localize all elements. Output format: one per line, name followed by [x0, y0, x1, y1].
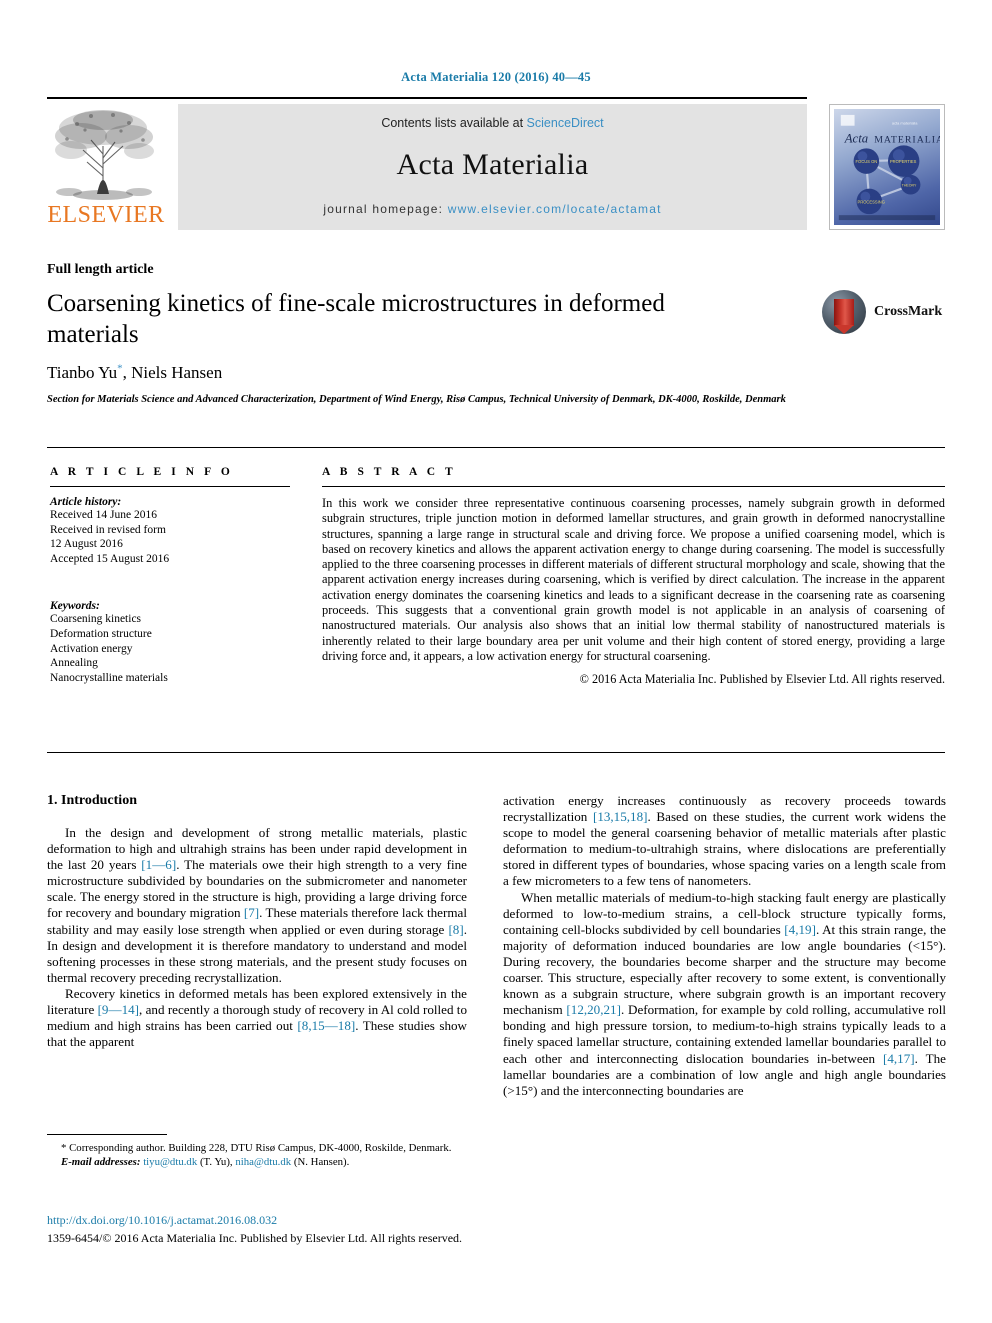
email-owner-yu: (T. Yu),	[199, 1155, 233, 1168]
elsevier-wordmark: ELSEVIER	[47, 202, 165, 228]
journal-homepage-link[interactable]: www.elsevier.com/locate/actamat	[448, 202, 662, 216]
keyword-item: Coarsening kinetics	[50, 613, 142, 626]
masthead-rule	[47, 97, 807, 101]
paragraph: When metallic materials of medium-to-hig…	[503, 889, 946, 1098]
paragraph: In the design and development of strong …	[47, 825, 467, 985]
citation-ref[interactable]: [9—14]	[98, 1002, 139, 1017]
citation-ref[interactable]: [12,20,21]	[566, 1002, 621, 1017]
keyword-item: Deformation structure	[50, 627, 152, 640]
citation-ref[interactable]: [13,15,18]	[593, 809, 648, 824]
contents-prefix: Contents lists available at	[381, 116, 527, 130]
journal-title: Acta Materialia	[396, 148, 589, 181]
journal-homepage-line: journal homepage: www.elsevier.com/locat…	[178, 202, 807, 216]
citation-ref[interactable]: [1—6]	[141, 857, 176, 872]
keyword-item: Nanocrystalline materials	[50, 671, 168, 684]
body-column-right: activation energy increases continuously…	[503, 793, 946, 1099]
keyword-item: Annealing	[50, 657, 98, 670]
email-label: E-mail addresses:	[61, 1155, 141, 1168]
corresponding-marker: *	[117, 362, 123, 374]
page-title: Coarsening kinetics of fine-scale micros…	[47, 290, 665, 348]
email-owner-hansen: (N. Hansen).	[293, 1155, 350, 1168]
citation-ref[interactable]: [8,15—18]	[297, 1018, 355, 1033]
citation-ref[interactable]: [4,17]	[883, 1051, 915, 1066]
email-addresses-note: E-mail addresses: tiyu@dtu.dk (T. Yu), n…	[47, 1156, 467, 1170]
article-info-heading: A R T I C L E I N F O	[50, 466, 234, 478]
homepage-label: journal homepage:	[323, 202, 448, 216]
cover-network-icon: acta materialia Acta MATERIALIA FOCUS ON…	[838, 114, 940, 221]
footnote-block: * Corresponding author. Building 228, DT…	[47, 1134, 467, 1169]
running-head: Acta Materialia 120 (2016) 40—45	[401, 70, 591, 84]
doi-link[interactable]: http://dx.doi.org/10.1016/j.actamat.2016…	[47, 1213, 277, 1228]
abstract-heading: A B S T R A C T	[322, 466, 457, 478]
article-info-column: A R T I C L E I N F O Article history: R…	[50, 466, 290, 685]
keywords-block: Keywords: Coarsening kinetics Deformatio…	[50, 600, 290, 685]
abstract-copyright: © 2016 Acta Materialia Inc. Published by…	[579, 672, 945, 687]
svg-text:FOCUS ON: FOCUS ON	[856, 159, 878, 164]
keyword-item: Activation energy	[50, 642, 133, 655]
elsevier-tree-icon	[55, 110, 154, 200]
svg-text:acta materialia: acta materialia	[892, 121, 918, 126]
article-info-rule	[50, 486, 290, 487]
citation-ref[interactable]: [4,19]	[784, 922, 816, 937]
paragraph: Recovery kinetics in deformed metals has…	[47, 985, 468, 1050]
author-names: Tianbo Yu*, Niels Hansen	[47, 362, 223, 382]
history-item: Accepted 15 August 2016	[50, 552, 170, 565]
history-item: Received in revised form	[50, 523, 166, 536]
svg-text:PROPERTIES: PROPERTIES	[890, 159, 917, 164]
abstract-rule	[322, 486, 945, 487]
crossmark-label: CrossMark	[874, 304, 943, 319]
author-list: Tianbo Yu*, Niels Hansen	[47, 362, 222, 383]
journal-masthead: ELSEVIER Contents lists available at Sci…	[47, 104, 945, 232]
crossmark-bookmark-icon	[834, 299, 854, 334]
article-history-label: Article history:	[50, 496, 122, 508]
paragraph: activation energy increases continuously…	[503, 793, 946, 889]
email-link-hansen[interactable]: niha@dtu.dk	[235, 1156, 291, 1168]
crossmark-badge[interactable]: CrossMark	[822, 288, 948, 340]
svg-text:PROCESSING: PROCESSING	[858, 199, 885, 204]
journal-cover-thumbnail[interactable]: acta materialia Acta MATERIALIA FOCUS ON…	[829, 104, 945, 230]
svg-text:MATERIALIA: MATERIALIA	[874, 134, 940, 145]
history-item: 12 August 2016	[50, 538, 123, 551]
article-page: Acta Materialia 120 (2016) 40—45 ELSEVIE…	[0, 0, 992, 1323]
svg-text:Acta: Acta	[844, 131, 868, 145]
info-block-bottom-rule	[47, 752, 945, 754]
affiliation: Section for Materials Science and Advanc…	[47, 394, 786, 405]
issn-copyright-line: 1359-6454/© 2016 Acta Materialia Inc. Pu…	[47, 1231, 463, 1245]
abstract-column: A B S T R A C T In this work we consider…	[322, 466, 945, 687]
body-column-left: 1. Introduction In the design and develo…	[47, 793, 467, 1050]
journal-cover-art: acta materialia Acta MATERIALIA FOCUS ON…	[834, 109, 940, 225]
citation-ref[interactable]: [8]	[448, 922, 463, 937]
article-type-label: Full length article	[47, 262, 154, 277]
email-link-yu[interactable]: tiyu@dtu.dk	[143, 1156, 197, 1168]
abstract-text: In this work we consider three represent…	[322, 496, 945, 663]
citation-ref[interactable]: [7]	[244, 905, 259, 920]
corresponding-author-note: * Corresponding author. Building 228, DT…	[61, 1142, 452, 1154]
crossmark-circle-icon	[822, 290, 866, 334]
keywords-label: Keywords:	[50, 600, 100, 613]
elsevier-logo: ELSEVIER	[47, 106, 167, 230]
info-block-top-rule	[47, 447, 945, 449]
sciencedirect-link[interactable]: ScienceDirect	[527, 116, 604, 130]
section-heading-introduction: 1. Introduction	[47, 793, 137, 808]
contents-available-line: Contents lists available at ScienceDirec…	[178, 116, 807, 130]
footnote-rule	[47, 1134, 167, 1135]
history-item: Received 14 June 2016	[50, 509, 157, 521]
svg-text:THEORY: THEORY	[902, 184, 917, 188]
